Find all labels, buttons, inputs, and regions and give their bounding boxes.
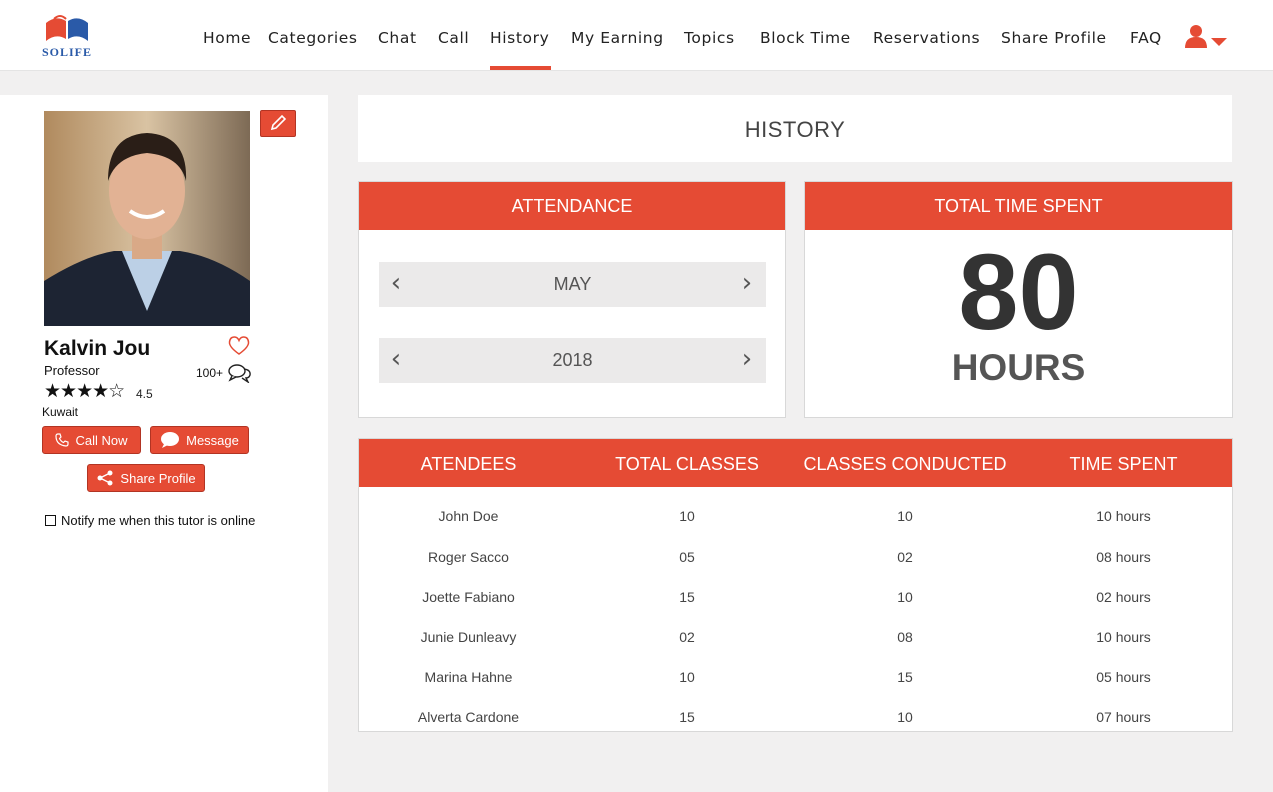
nav-chat[interactable]: Chat xyxy=(378,29,417,47)
year-next-chevron-right-icon[interactable]: › xyxy=(737,344,757,374)
user-icon xyxy=(1185,25,1227,48)
edit-profile-button[interactable] xyxy=(260,110,296,137)
message-button[interactable]: Message xyxy=(150,426,249,454)
nav-block-time[interactable]: Block Time xyxy=(760,29,851,47)
rating-value: 4.5 xyxy=(136,387,153,401)
month-prev-chevron-left-icon[interactable]: ‹ xyxy=(386,268,406,298)
history-header: HISTORY xyxy=(358,95,1232,162)
column-header-time-spent: TIME SPENT xyxy=(1069,454,1178,474)
nav-categories[interactable]: Categories xyxy=(268,29,358,47)
notify-online-option[interactable]: Notify me when this tutor is online xyxy=(45,513,255,528)
table-row: John Doe 10 10 10 hours xyxy=(359,496,1232,536)
column-header-classes-conducted: CLASSES CONDUCTED xyxy=(803,454,1007,474)
nav-call[interactable]: Call xyxy=(438,29,469,47)
cell-attendee: Marina Hahne xyxy=(424,669,513,685)
table-row: Marina Hahne 10 15 05 hours xyxy=(359,657,1232,697)
user-menu[interactable] xyxy=(1184,24,1230,50)
cell-classes-conducted: 02 xyxy=(897,549,913,565)
share-icon xyxy=(97,470,113,486)
month-next-chevron-right-icon[interactable]: › xyxy=(737,268,757,298)
cell-time-spent: 10 hours xyxy=(1096,629,1151,645)
cell-time-spent: 05 hours xyxy=(1096,669,1151,685)
tutor-profile-panel: Kalvin Jou Professor 100+ ★★★★☆ 4.5 Kuwa… xyxy=(0,95,328,792)
month-value: MAY xyxy=(553,274,592,294)
nav-my-earning[interactable]: My Earning xyxy=(571,29,664,47)
cell-attendee: John Doe xyxy=(438,508,499,524)
pencil-icon xyxy=(270,114,287,131)
table-row: Joette Fabiano 15 10 02 hours xyxy=(359,577,1232,617)
month-selector: MAY ‹ › xyxy=(379,262,766,307)
call-now-button[interactable]: Call Now xyxy=(42,426,141,454)
attendance-card: ATTENDANCE MAY ‹ › 2018 ‹ › xyxy=(358,181,786,418)
message-bubble-icon xyxy=(161,432,180,448)
year-prev-chevron-left-icon[interactable]: ‹ xyxy=(386,344,406,374)
cell-time-spent: 10 hours xyxy=(1096,508,1151,524)
nav-topics[interactable]: Topics xyxy=(684,29,735,47)
table-row: Roger Sacco 05 02 08 hours xyxy=(359,537,1232,577)
total-time-card: TOTAL TIME SPENT 80 HOURS xyxy=(804,181,1233,418)
tutor-name: Kalvin Jou xyxy=(44,337,151,360)
cell-classes-conducted: 15 xyxy=(897,669,913,685)
notify-checkbox[interactable] xyxy=(45,515,56,526)
active-tab-indicator xyxy=(490,66,551,70)
cell-classes-conducted: 10 xyxy=(897,709,913,725)
cell-attendee: Joette Fabiano xyxy=(422,589,515,605)
column-header-attendees: ATENDEES xyxy=(420,454,517,474)
solife-logo[interactable]: SOLIFE xyxy=(36,13,98,59)
phone-icon xyxy=(55,433,70,447)
nav-faq[interactable]: FAQ xyxy=(1130,29,1162,47)
cell-total-classes: 10 xyxy=(679,508,695,524)
logo-text: SOLIFE xyxy=(41,45,92,59)
nav-home[interactable]: Home xyxy=(203,29,251,47)
notify-label: Notify me when this tutor is online xyxy=(61,513,256,528)
year-selector: 2018 ‹ › xyxy=(379,338,766,383)
total-time-title: TOTAL TIME SPENT xyxy=(805,182,1232,230)
chat-bubbles-icon xyxy=(228,364,251,383)
cell-classes-conducted: 10 xyxy=(897,589,913,605)
column-header-total-classes: TOTAL CLASSES xyxy=(615,454,759,474)
cell-total-classes: 15 xyxy=(679,589,695,605)
cell-attendee: Junie Dunleavy xyxy=(420,629,517,645)
total-time-unit: HOURS xyxy=(951,347,1086,388)
cell-classes-conducted: 08 xyxy=(897,629,913,645)
cell-attendee: Roger Sacco xyxy=(428,549,509,565)
nav-share-profile[interactable]: Share Profile xyxy=(1001,29,1107,47)
nav-reservations[interactable]: Reservations xyxy=(873,29,980,47)
table-header: ATENDEES TOTAL CLASSES CLASSES CONDUCTED… xyxy=(359,439,1232,487)
nav-history[interactable]: History xyxy=(490,29,549,47)
top-navigation-bar: SOLIFE Home Categories Chat Call History… xyxy=(0,0,1273,71)
tutor-photo xyxy=(44,111,250,326)
reviews-count[interactable]: 100+ xyxy=(196,363,252,383)
tutor-country: Kuwait xyxy=(42,405,79,419)
cell-classes-conducted: 10 xyxy=(897,508,913,524)
cell-attendee: Alverta Cardone xyxy=(417,709,520,725)
cell-total-classes: 02 xyxy=(679,629,695,645)
tutor-title: Professor xyxy=(44,363,100,378)
table-row: Alverta Cardone 15 10 07 hours xyxy=(359,697,1232,737)
cell-time-spent: 07 hours xyxy=(1096,709,1151,725)
book-logo-icon xyxy=(46,15,88,41)
attendance-title: ATTENDANCE xyxy=(359,182,785,230)
year-value: 2018 xyxy=(552,350,593,370)
share-profile-button[interactable]: Share Profile xyxy=(87,464,205,492)
cell-time-spent: 08 hours xyxy=(1096,549,1151,565)
table-row: Junie Dunleavy 02 08 10 hours xyxy=(359,617,1232,657)
total-time-value: 80 xyxy=(958,231,1079,352)
cell-time-spent: 02 hours xyxy=(1096,589,1151,605)
avatar xyxy=(44,111,250,326)
chevron-down-icon xyxy=(1211,38,1227,46)
cell-total-classes: 05 xyxy=(679,549,695,565)
favorite-heart-icon[interactable] xyxy=(228,336,250,361)
attendees-table: ATENDEES TOTAL CLASSES CLASSES CONDUCTED… xyxy=(358,438,1233,732)
page-title: HISTORY xyxy=(744,117,846,142)
cell-total-classes: 15 xyxy=(679,709,695,725)
cell-total-classes: 10 xyxy=(679,669,695,685)
